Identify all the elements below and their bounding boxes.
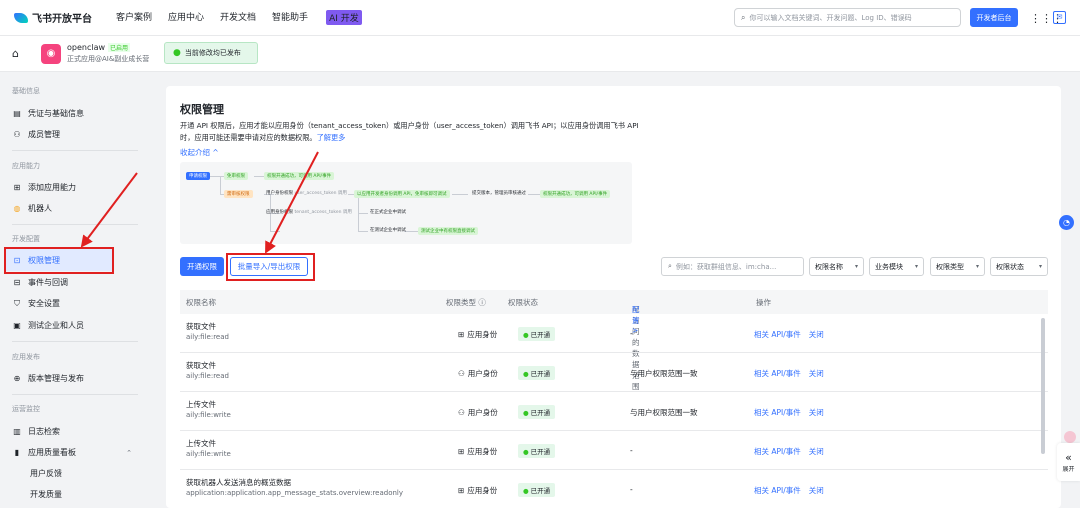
arrow-to-batch bbox=[265, 151, 319, 254]
annotation-arrows bbox=[80, 151, 319, 254]
arrow-to-permissions bbox=[80, 172, 138, 248]
